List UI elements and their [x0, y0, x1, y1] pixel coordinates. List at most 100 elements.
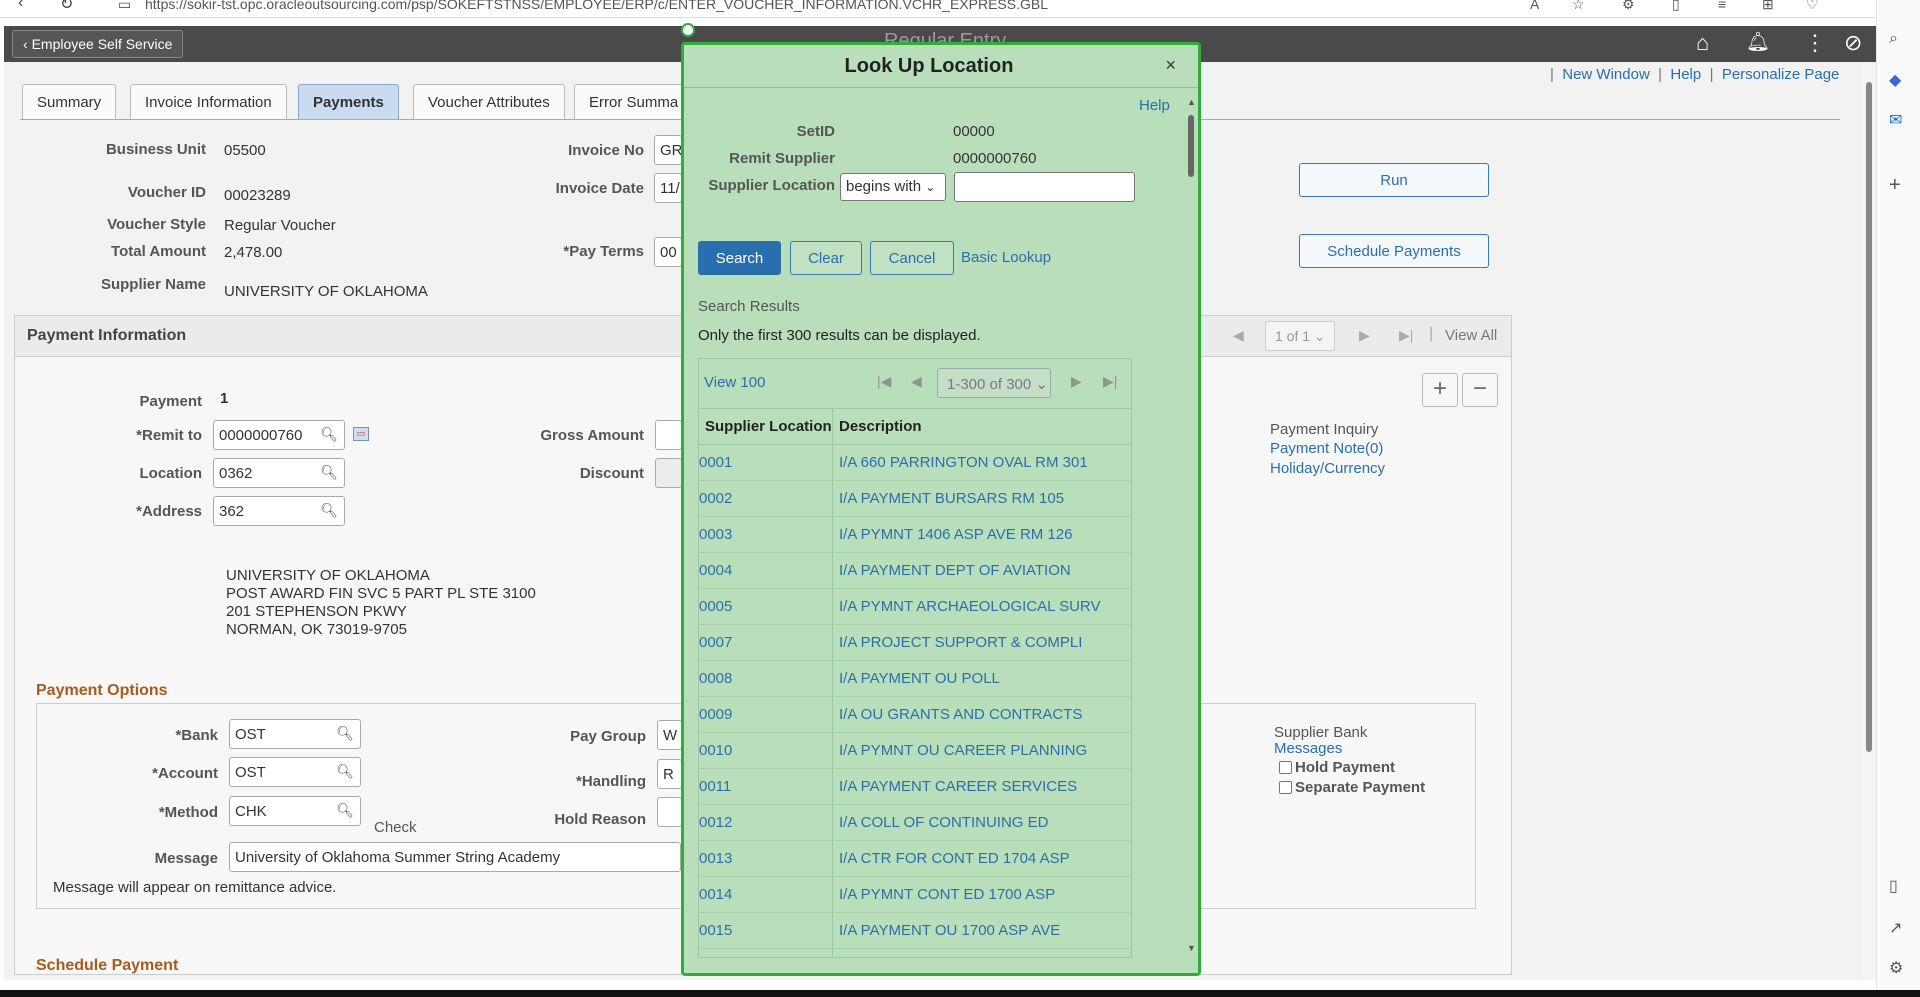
table-row[interactable]: 0002 I/A PAYMENT BURSARS RM 105 [699, 481, 1131, 517]
description-cell[interactable]: I/A PYMNT ARCHAEOLOGICAL SURV [839, 598, 1100, 615]
description-cell[interactable]: I/A PYMNT 1406 ASP AVE RM 126 [839, 526, 1072, 543]
delete-row-button[interactable]: − [1462, 373, 1498, 407]
browser-essentials-icon[interactable]: ♡ [1806, 0, 1819, 13]
view-all-link[interactable]: View All [1445, 327, 1497, 344]
cancel-button[interactable]: Cancel [870, 241, 954, 275]
settings-gear-icon[interactable]: ⚙ [1889, 958, 1903, 978]
address-bar[interactable]: https://sokir-tst.opc.oracleoutsourcing.… [145, 0, 1048, 12]
payment-note-link[interactable]: Payment Note(0) [1270, 440, 1383, 457]
outlook-icon[interactable]: ✉ [1889, 110, 1902, 130]
favorites-icon[interactable]: ≡ [1718, 0, 1726, 12]
bank-input[interactable]: OST 🔍︎ [229, 719, 361, 749]
modal-scrollbar-thumb[interactable] [1188, 115, 1194, 177]
supplier-details-icon[interactable]: ▭ [353, 427, 369, 441]
table-row[interactable]: 0008 I/A PAYMENT OU POLL [699, 661, 1131, 697]
table-row[interactable]: 0003 I/A PYMNT 1406 ASP AVE RM 126 [699, 517, 1131, 553]
modal-drag-handle[interactable] [681, 23, 695, 37]
supplier-location-cell[interactable]: 0003 [699, 526, 732, 543]
modal-scrollbar[interactable]: ▲ ▼ [1184, 97, 1198, 953]
method-search-icon[interactable]: 🔍︎ [336, 802, 354, 819]
supplier-location-cell[interactable]: 0010 [699, 742, 732, 759]
close-icon[interactable]: × [1165, 55, 1176, 76]
column-header-description[interactable]: Description [839, 418, 922, 435]
navbar-compass-icon[interactable]: ⊘ [1844, 30, 1862, 56]
table-row[interactable]: 0009 I/A OU GRANTS AND CONTRACTS [699, 697, 1131, 733]
description-cell[interactable]: I/A OU GRANTS AND CONTRACTS [839, 706, 1082, 723]
message-input[interactable]: University of Oklahoma Summer String Aca… [229, 842, 681, 872]
description-cell[interactable]: I/A PAYMENT OU POLL [839, 670, 1000, 687]
search-icon[interactable]: ⌕ [1889, 30, 1898, 48]
read-aloud-icon[interactable]: A [1530, 0, 1539, 12]
supplier-location-cell[interactable]: 0015 [699, 922, 732, 939]
supplier-location-cell[interactable]: 0004 [699, 562, 732, 579]
browser-refresh-icon[interactable]: ↻ [60, 0, 73, 14]
description-cell[interactable]: I/A PAYMENT BURSARS RM 105 [839, 490, 1064, 507]
method-input[interactable]: CHK 🔍︎ [229, 796, 361, 826]
address-input[interactable]: 362 🔍︎ [213, 496, 345, 526]
account-search-icon[interactable]: 🔍︎ [336, 763, 354, 780]
personalize-page-link[interactable]: Personalize Page [1722, 66, 1840, 83]
table-row[interactable]: 0014 I/A PYMNT CONT ED 1700 ASP [699, 877, 1131, 913]
description-cell[interactable]: I/A PYMNT OU CAREER PLANNING [839, 742, 1087, 759]
pay-group-input[interactable]: W [657, 720, 682, 750]
tab-error-summary[interactable]: Error Summa [574, 84, 686, 120]
favorite-star-icon[interactable]: ☆ [1572, 0, 1585, 13]
last-row-icon[interactable]: ▶| [1399, 327, 1413, 344]
remit-to-input[interactable]: 0000000760 🔍︎ [213, 420, 345, 450]
copilot-icon[interactable]: ◆ [1889, 70, 1901, 90]
description-cell[interactable]: I/A PAYMENT OU 1700 ASP AVE [839, 922, 1060, 939]
tab-voucher-attributes[interactable]: Voucher Attributes [413, 84, 565, 120]
description-cell[interactable]: I/A PAYMENT CAREER SERVICES [839, 778, 1077, 795]
sidebar-toggle-icon[interactable]: ▯ [1889, 876, 1898, 896]
next-row-icon[interactable]: ▶ [1359, 327, 1370, 344]
notifications-bell-icon[interactable]: 🔔︎ [1746, 30, 1770, 54]
description-cell[interactable]: I/A CTR FOR CONT ED 1704 ASP [839, 850, 1070, 867]
collections-icon[interactable]: ⊞ [1762, 0, 1774, 13]
supplier-location-cell[interactable]: 0008 [699, 670, 732, 687]
description-cell[interactable]: I/A PAYMENT DEPT OF AVIATION [839, 562, 1071, 579]
table-row[interactable]: 0010 I/A PYMNT OU CAREER PLANNING [699, 733, 1131, 769]
back-button[interactable]: ‹ Employee Self Service [12, 30, 184, 58]
add-row-button[interactable]: + [1422, 373, 1458, 407]
first-page-icon[interactable]: |◀ [877, 373, 891, 390]
location-input[interactable]: 0362 🔍︎ [213, 458, 345, 488]
description-cell[interactable]: I/A COLL OF CONTINUING ED [839, 814, 1048, 831]
grid-pager-select[interactable]: 1-300 of 300 ⌄ [937, 368, 1051, 398]
remit-to-search-icon[interactable]: 🔍︎ [320, 426, 338, 443]
external-link-icon[interactable]: ↗ [1889, 918, 1902, 938]
tab-payments[interactable]: Payments [298, 84, 399, 120]
supplier-location-cell[interactable]: 0014 [699, 886, 732, 903]
add-icon[interactable]: + [1889, 174, 1901, 197]
site-info-icon[interactable]: ▭ [118, 0, 131, 13]
home-icon[interactable]: ⌂ [1696, 30, 1709, 56]
table-row[interactable]: 0015 I/A PAYMENT OU 1700 ASP AVE [699, 913, 1131, 949]
hold-payment-checkbox[interactable] [1279, 761, 1292, 774]
address-search-icon[interactable]: 🔍︎ [320, 502, 338, 519]
messages-link[interactable]: Messages [1274, 740, 1342, 757]
schedule-payments-button[interactable]: Schedule Payments [1299, 234, 1489, 268]
supplier-location-cell[interactable]: 0009 [699, 706, 732, 723]
description-cell[interactable]: I/A PROJECT SUPPORT & COMPLI [839, 634, 1082, 651]
previous-page-icon[interactable]: ◀ [911, 373, 922, 390]
new-window-link[interactable]: New Window [1562, 66, 1650, 83]
tab-invoice-information[interactable]: Invoice Information [130, 84, 287, 120]
holiday-currency-link[interactable]: Holiday/Currency [1270, 460, 1385, 477]
table-row[interactable]: 0011 I/A PAYMENT CAREER SERVICES [699, 769, 1131, 805]
table-row[interactable]: 0005 I/A PYMNT ARCHAEOLOGICAL SURV [699, 589, 1131, 625]
table-row[interactable]: 0007 I/A PROJECT SUPPORT & COMPLI [699, 625, 1131, 661]
run-button[interactable]: Run [1299, 163, 1489, 197]
supplier-location-input[interactable] [954, 172, 1135, 202]
tab-summary[interactable]: Summary [22, 84, 117, 120]
supplier-location-cell[interactable]: 0012 [699, 814, 732, 831]
table-row[interactable]: 0001 I/A 660 PARRINGTON OVAL RM 301 [699, 445, 1131, 481]
extensions-icon[interactable]: ⚙ [1622, 0, 1635, 13]
gross-amount-input[interactable] [655, 420, 682, 450]
clear-button[interactable]: Clear [790, 241, 862, 275]
page-scrollbar[interactable] [1862, 62, 1876, 980]
account-input[interactable]: OST 🔍︎ [229, 757, 361, 787]
description-cell[interactable]: I/A 660 PARRINGTON OVAL RM 301 [839, 454, 1088, 471]
description-cell[interactable]: I/A PYMNT CONT ED 1700 ASP [839, 886, 1055, 903]
basic-lookup-link[interactable]: Basic Lookup [961, 249, 1051, 266]
first-page-icon[interactable]: ◀ [1233, 327, 1244, 344]
supplier-location-cell[interactable]: 0002 [699, 490, 732, 507]
